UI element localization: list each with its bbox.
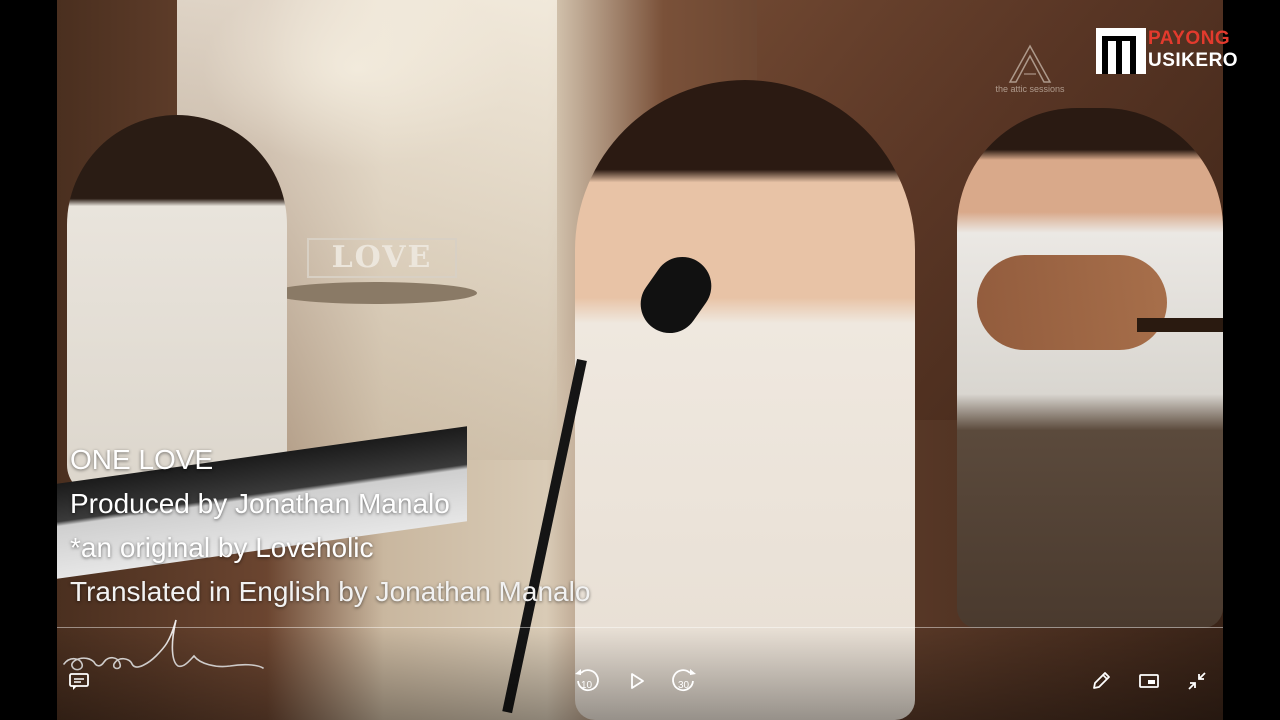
exit-fullscreen-icon xyxy=(1188,672,1206,690)
love-sign: LOVE xyxy=(307,238,457,278)
brand-mark-icon xyxy=(1096,28,1146,74)
brand-wordmark: PAYONG USIKERO xyxy=(1148,28,1238,72)
attic-sessions-logo: the attic sessions xyxy=(980,44,1080,94)
play-icon xyxy=(631,673,644,689)
wall-shelf xyxy=(272,282,477,304)
miniplayer-icon xyxy=(1139,674,1159,688)
caption-producer: Produced by Jonathan Manalo xyxy=(70,488,450,519)
guitar xyxy=(977,255,1167,350)
guitar-player xyxy=(957,108,1223,628)
caption-title: ONE LOVE xyxy=(70,444,214,475)
caption-original: *an original by Loveholic xyxy=(70,532,374,563)
attic-a-icon xyxy=(1008,44,1052,83)
forward-30-button[interactable]: 30 xyxy=(670,667,698,695)
guitar-neck xyxy=(1137,318,1223,332)
video-caption: ONE LOVE Produced by Jonathan Manalo *an… xyxy=(70,438,590,614)
brand-word-top: PAYONG xyxy=(1148,28,1231,49)
progress-bar[interactable] xyxy=(57,627,1223,628)
play-button[interactable] xyxy=(623,667,651,695)
rewind-10-button[interactable]: 10 xyxy=(573,667,601,695)
subtitles-button[interactable] xyxy=(65,667,93,695)
subtitles-icon xyxy=(69,673,89,690)
rewind-seconds-label: 10 xyxy=(581,680,593,691)
edit-button[interactable] xyxy=(1087,667,1115,695)
player-controls: 10 30 xyxy=(57,627,1223,720)
forward-seconds-label: 30 xyxy=(678,680,690,691)
brand-logo: PAYONG USIKERO xyxy=(1096,28,1238,74)
pencil-icon xyxy=(1093,672,1110,689)
miniplayer-button[interactable] xyxy=(1135,667,1163,695)
brand-word-bottom: USIKERO xyxy=(1148,50,1239,71)
attic-tagline: the attic sessions xyxy=(995,84,1065,94)
video-player[interactable]: LOVE PAYONG USIKERO the attic sessions O xyxy=(0,0,1280,720)
exit-fullscreen-button[interactable] xyxy=(1183,667,1211,695)
singer xyxy=(575,80,915,720)
